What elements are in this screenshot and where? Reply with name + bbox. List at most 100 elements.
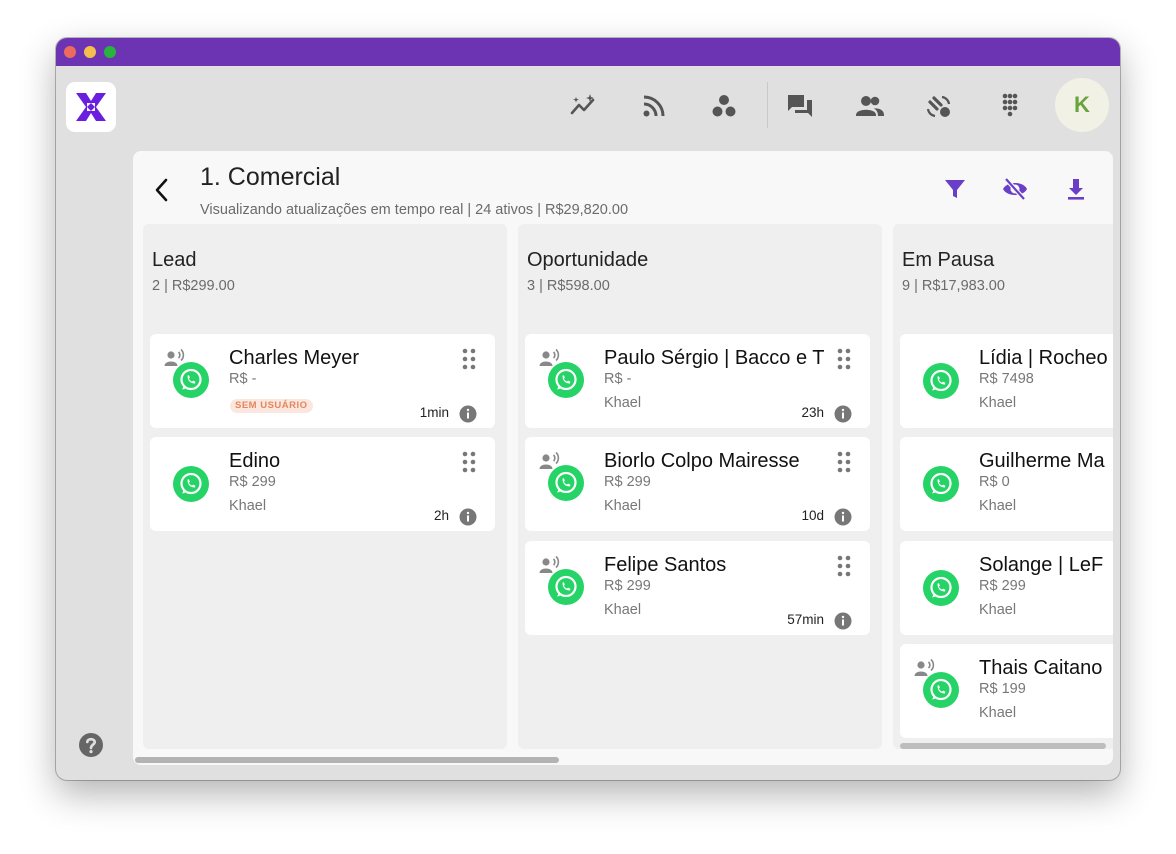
info-icon[interactable] xyxy=(834,508,852,526)
pipeline-column-em-pausa: Em Pausa 9 | R$17,983.00 Lídia | Rocheo … xyxy=(893,224,1113,749)
nav-apps-button[interactable] xyxy=(982,78,1038,134)
window-titlebar xyxy=(56,38,1120,66)
column-scrollbar[interactable] xyxy=(900,743,1106,749)
column-title: Oportunidade xyxy=(527,249,649,271)
back-arrow-icon[interactable] xyxy=(151,175,175,205)
card-assigned-user: Khael xyxy=(979,602,1017,618)
column-title: Lead xyxy=(152,249,197,271)
nav-chat-button[interactable] xyxy=(772,78,828,134)
help-icon[interactable] xyxy=(78,732,104,758)
feed-icon xyxy=(643,95,665,117)
drag-handle-icon[interactable] xyxy=(837,348,851,370)
close-window-button[interactable] xyxy=(64,46,76,58)
nav-contacts-button[interactable] xyxy=(842,78,898,134)
lead-card[interactable]: Solange | LeF R$ 299 Khael xyxy=(900,541,1113,635)
card-assigned-user: Khael xyxy=(979,705,1017,721)
app-window: K 1. Comercial Visualizando atualizações… xyxy=(56,38,1120,780)
card-contact-name: Lídia | Rocheo xyxy=(979,347,1108,369)
card-assigned-user: Khael xyxy=(604,498,642,514)
card-assigned-user: Khael xyxy=(229,498,267,514)
nav-analytics-button[interactable] xyxy=(556,78,612,134)
card-deal-value: R$ 299 xyxy=(229,474,276,490)
board-horizontal-scrollbar[interactable] xyxy=(135,757,559,763)
maximize-window-button[interactable] xyxy=(104,46,116,58)
column-summary: 9 | R$17,983.00 xyxy=(902,278,1005,294)
card-deal-value: R$ 299 xyxy=(979,578,1026,594)
contacts-icon xyxy=(856,96,884,116)
column-title: Em Pausa xyxy=(902,249,995,271)
nav-workflow-button[interactable] xyxy=(696,78,752,134)
card-deal-value: R$ 199 xyxy=(979,681,1026,697)
info-icon[interactable] xyxy=(459,508,477,526)
whatsapp-icon xyxy=(923,570,959,606)
column-summary: 3 | R$598.00 xyxy=(527,278,610,294)
pipeline-column-oportunidade: Oportunidade 3 | R$598.00 Paulo Sérgio |… xyxy=(518,224,882,749)
card-contact-name: Guilherme Ma xyxy=(979,450,1105,472)
card-deal-value: R$ 0 xyxy=(979,474,1010,490)
pipeline-board: 1. Comercial Visualizando atualizações e… xyxy=(133,151,1113,765)
download-icon[interactable] xyxy=(1062,175,1090,203)
card-contact-name: Charles Meyer xyxy=(229,347,360,369)
chat-icon xyxy=(788,95,812,117)
app-logo[interactable] xyxy=(66,82,116,132)
whatsapp-icon xyxy=(923,466,959,502)
card-deal-value: R$ - xyxy=(229,371,257,387)
card-deal-value: R$ 7498 xyxy=(979,371,1034,387)
analytics-icon xyxy=(570,94,595,115)
whatsapp-icon xyxy=(548,569,584,605)
lead-card[interactable]: Felipe Santos R$ 299 Khael 57min xyxy=(525,541,870,635)
filter-icon[interactable] xyxy=(941,175,969,203)
card-contact-name: Edino xyxy=(229,450,281,472)
info-icon[interactable] xyxy=(834,612,852,630)
drag-handle-icon[interactable] xyxy=(837,451,851,473)
card-elapsed-time: 2h xyxy=(433,508,449,523)
apps-grid-icon xyxy=(1002,93,1018,117)
nav-feed-button[interactable] xyxy=(626,78,682,134)
info-icon[interactable] xyxy=(834,405,852,423)
card-elapsed-time: 1min xyxy=(419,405,449,420)
card-deal-value: R$ 299 xyxy=(604,474,651,490)
nav-divider xyxy=(767,82,768,128)
lead-card[interactable]: Charles Meyer R$ - SEM USUÁRIO 1min xyxy=(150,334,495,428)
board-subtitle: Visualizando atualizações em tempo real … xyxy=(200,202,629,218)
whatsapp-icon xyxy=(548,362,584,398)
info-icon[interactable] xyxy=(459,405,477,423)
whatsapp-icon xyxy=(923,363,959,399)
no-user-badge: SEM USUÁRIO xyxy=(230,399,313,413)
card-contact-name: Paulo Sérgio | Bacco e T xyxy=(604,347,825,369)
lead-card[interactable]: Lídia | Rocheo R$ 7498 Khael xyxy=(900,334,1113,428)
card-contact-name: Biorlo Colpo Mairesse xyxy=(604,450,800,472)
board-title: 1. Comercial xyxy=(200,163,341,191)
workflow-icon xyxy=(712,95,736,117)
card-elapsed-time: 10d xyxy=(801,508,824,523)
card-assigned-user: Khael xyxy=(604,602,642,618)
top-navigation xyxy=(556,78,1052,134)
drag-handle-icon[interactable] xyxy=(462,348,476,370)
card-elapsed-time: 23h xyxy=(801,405,824,420)
pipeline-column-lead: Lead 2 | R$299.00 Charles Meyer R$ - SEM… xyxy=(143,224,507,749)
connections-icon xyxy=(926,95,951,118)
lead-card[interactable]: Guilherme Ma R$ 0 Khael xyxy=(900,437,1113,531)
card-contact-name: Felipe Santos xyxy=(604,554,727,576)
card-assigned-user: Khael xyxy=(979,498,1017,514)
lead-card[interactable]: Thais Caitano R$ 199 Khael xyxy=(900,644,1113,738)
card-elapsed-time: 57min xyxy=(787,612,824,627)
lead-card[interactable]: Edino R$ 299 Khael 2h xyxy=(150,437,495,531)
user-avatar[interactable]: K xyxy=(1055,78,1109,132)
lead-card[interactable]: Biorlo Colpo Mairesse R$ 299 Khael 10d xyxy=(525,437,870,531)
card-deal-value: R$ - xyxy=(604,371,632,387)
card-assigned-user: Khael xyxy=(604,395,642,411)
drag-handle-icon[interactable] xyxy=(837,555,851,577)
logo-icon xyxy=(76,93,106,121)
card-contact-name: Solange | LeF xyxy=(979,554,1104,576)
whatsapp-icon xyxy=(173,466,209,502)
card-assigned-user: Khael xyxy=(979,395,1017,411)
hide-eye-icon[interactable] xyxy=(1001,175,1029,203)
drag-handle-icon[interactable] xyxy=(462,451,476,473)
column-summary: 2 | R$299.00 xyxy=(152,278,235,294)
card-contact-name: Thais Caitano xyxy=(979,657,1103,679)
whatsapp-icon xyxy=(173,362,209,398)
nav-connections-button[interactable] xyxy=(912,78,968,134)
lead-card[interactable]: Paulo Sérgio | Bacco e T R$ - Khael 23h xyxy=(525,334,870,428)
minimize-window-button[interactable] xyxy=(84,46,96,58)
